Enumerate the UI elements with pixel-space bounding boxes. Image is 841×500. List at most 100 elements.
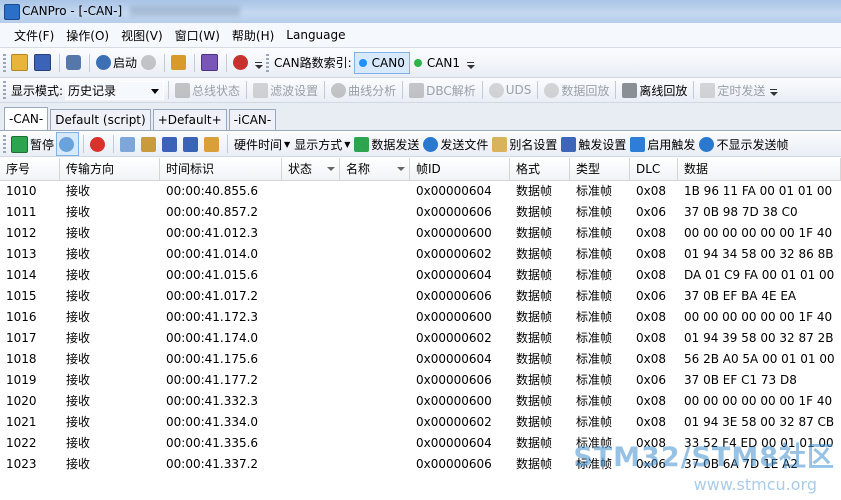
table-row[interactable]: 1020 接收 00:00:41.332.3 0x00000600 数据帧 标准帧 0x08…: [0, 391, 841, 412]
pause-button[interactable]: 暂停: [9, 133, 56, 155]
data-send-button[interactable]: 数据发送: [352, 133, 421, 155]
column-header-name[interactable]: 名称: [340, 158, 410, 180]
tab-can[interactable]: -CAN-: [4, 107, 49, 130]
package-icon: [204, 136, 220, 152]
cell-data: 00 00 00 00 00 00 1F 40: [684, 226, 833, 240]
column-header-direction[interactable]: 传输方向: [60, 158, 160, 180]
column-header-dlc[interactable]: DLC: [630, 158, 678, 180]
display-mode-select[interactable]: 历史记录: [65, 80, 165, 100]
tab-default[interactable]: +Default+: [152, 109, 227, 130]
menu-help[interactable]: 帮助(H): [226, 27, 280, 44]
copy-button[interactable]: [118, 133, 139, 155]
toolbar-grip[interactable]: [3, 53, 6, 72]
table-row[interactable]: 1017 接收 00:00:41.174.0 0x00000602 数据帧 标准帧 0x08…: [0, 328, 841, 349]
table-row[interactable]: 1010 接收 00:00:40.855.6 0x00000604 数据帧 标准帧 0x08…: [0, 181, 841, 202]
display-style-dropdown[interactable]: 显示方式 ▼: [292, 133, 352, 155]
cell-type: 标准帧: [576, 226, 613, 240]
alias-settings-button[interactable]: 别名设置: [490, 133, 559, 155]
cell-name: [340, 244, 410, 265]
table-row[interactable]: 1014 接收 00:00:41.015.6 0x00000604 数据帧 标准帧 0x08…: [0, 265, 841, 286]
send-file-button[interactable]: 发送文件: [421, 133, 490, 155]
cell-format: 数据帧: [516, 184, 553, 198]
cell-timestamp: 00:00:41.335.6: [166, 436, 259, 450]
device-button[interactable]: [64, 52, 85, 74]
toolbar-grip[interactable]: [3, 135, 6, 153]
toolbar-grip[interactable]: [3, 81, 6, 99]
help-button[interactable]: [231, 52, 252, 74]
table-header: 序号 传输方向 时间标识 状态 名称 帧ID 格式 类型 DLC 数据: [0, 158, 841, 181]
menu-view[interactable]: 视图(V): [115, 27, 169, 44]
settings-button[interactable]: [169, 52, 190, 74]
toolbar-overflow[interactable]: [769, 81, 779, 99]
cell-timestamp: 00:00:41.175.6: [166, 352, 259, 366]
curve-icon: [331, 82, 347, 98]
cell-format: 数据帧: [516, 373, 553, 387]
column-header-timestamp[interactable]: 时间标识: [160, 158, 282, 180]
tab-ican[interactable]: -iCAN-: [228, 109, 277, 130]
package-button[interactable]: [202, 133, 223, 155]
table-row[interactable]: 1018 接收 00:00:41.175.6 0x00000604 数据帧 标准帧 0x08…: [0, 349, 841, 370]
table-row[interactable]: 1013 接收 00:00:41.014.0 0x00000602 数据帧 标准帧 0x08…: [0, 244, 841, 265]
trigger-settings-button[interactable]: 触发设置: [559, 133, 628, 155]
column-header-status[interactable]: 状态: [282, 158, 340, 180]
cell-dlc: 0x06: [636, 205, 667, 219]
save-button[interactable]: [32, 52, 55, 74]
hw-time-dropdown[interactable]: 硬件时间 ▼: [232, 133, 292, 155]
curve-analysis-button[interactable]: 曲线分析: [329, 79, 398, 101]
toolbar-overflow[interactable]: [466, 54, 476, 72]
filter-settings-button[interactable]: 滤波设置: [251, 79, 320, 101]
column-header-index[interactable]: 序号: [0, 158, 60, 180]
toolbar-overflow[interactable]: [254, 54, 264, 72]
column-header-data[interactable]: 数据: [678, 158, 841, 180]
start-button[interactable]: 启动: [94, 52, 139, 74]
timed-send-label: 定时发送: [717, 83, 766, 98]
scroll-lock-button[interactable]: [56, 132, 80, 156]
menu-language[interactable]: Language: [280, 28, 351, 42]
open-button[interactable]: [9, 52, 32, 74]
table-row[interactable]: 1015 接收 00:00:41.017.2 0x00000606 数据帧 标准帧 0x06…: [0, 286, 841, 307]
cell-direction: 接收: [66, 310, 91, 324]
stop-button[interactable]: [139, 52, 160, 74]
export-button[interactable]: [181, 133, 202, 155]
table-row[interactable]: 1019 接收 00:00:41.177.2 0x00000606 数据帧 标准帧 0x06…: [0, 370, 841, 391]
separator: [59, 53, 60, 72]
enable-trigger-button[interactable]: 启用触发: [628, 133, 697, 155]
uds-button[interactable]: UDS: [487, 79, 534, 101]
cell-status: [282, 328, 340, 349]
table-row[interactable]: 1012 接收 00:00:41.012.3 0x00000600 数据帧 标准帧 0x08…: [0, 223, 841, 244]
book-icon: [201, 54, 219, 71]
toolbar-grip[interactable]: [266, 53, 270, 72]
column-header-type[interactable]: 类型: [570, 158, 630, 180]
cell-status: [282, 265, 340, 286]
separator: [537, 81, 539, 99]
cell-type: 标准帧: [576, 247, 613, 261]
cell-type: 标准帧: [576, 331, 613, 345]
can1-button[interactable]: CAN1: [410, 53, 464, 73]
menu-file[interactable]: 文件(F): [8, 27, 60, 44]
column-header-format[interactable]: 格式: [510, 158, 570, 180]
cell-index: 1021: [6, 415, 37, 429]
hide-sent-label: 不显示发送帧: [716, 137, 789, 152]
book-button[interactable]: [199, 52, 222, 74]
menu-window[interactable]: 窗口(W): [169, 27, 226, 44]
offline-playback-button[interactable]: 离线回放: [620, 79, 689, 101]
can0-button[interactable]: CAN0: [353, 51, 410, 74]
save-log-button[interactable]: [160, 133, 181, 155]
table-row[interactable]: 1021 接收 00:00:41.334.0 0x00000602 数据帧 标准帧 0x08…: [0, 412, 841, 433]
hide-sent-button[interactable]: 不显示发送帧: [697, 133, 790, 155]
cell-data: 01 94 3E 58 00 32 87 CB: [684, 415, 835, 429]
column-header-frame-id[interactable]: 帧ID: [410, 158, 510, 180]
timed-send-button[interactable]: 定时发送: [698, 79, 767, 101]
dbc-parse-button[interactable]: DBC解析: [407, 79, 478, 101]
find-button[interactable]: [139, 133, 160, 155]
data-playback-button[interactable]: 数据回放: [542, 79, 611, 101]
can-frame-table[interactable]: 序号 传输方向 时间标识 状态 名称 帧ID 格式 类型 DLC 数据 1010…: [0, 158, 841, 500]
menu-operate[interactable]: 操作(O): [60, 27, 115, 44]
table-row[interactable]: 1011 接收 00:00:40.857.2 0x00000606 数据帧 标准帧 0x06…: [0, 202, 841, 223]
alias-settings-label: 别名设置: [509, 137, 558, 152]
bus-status-button[interactable]: 总线状态: [173, 79, 242, 101]
tab-default-script[interactable]: Default (script): [50, 109, 151, 130]
record-button[interactable]: [88, 133, 109, 155]
table-row[interactable]: 1016 接收 00:00:41.172.3 0x00000600 数据帧 标准帧 0x08…: [0, 307, 841, 328]
separator: [481, 81, 483, 99]
